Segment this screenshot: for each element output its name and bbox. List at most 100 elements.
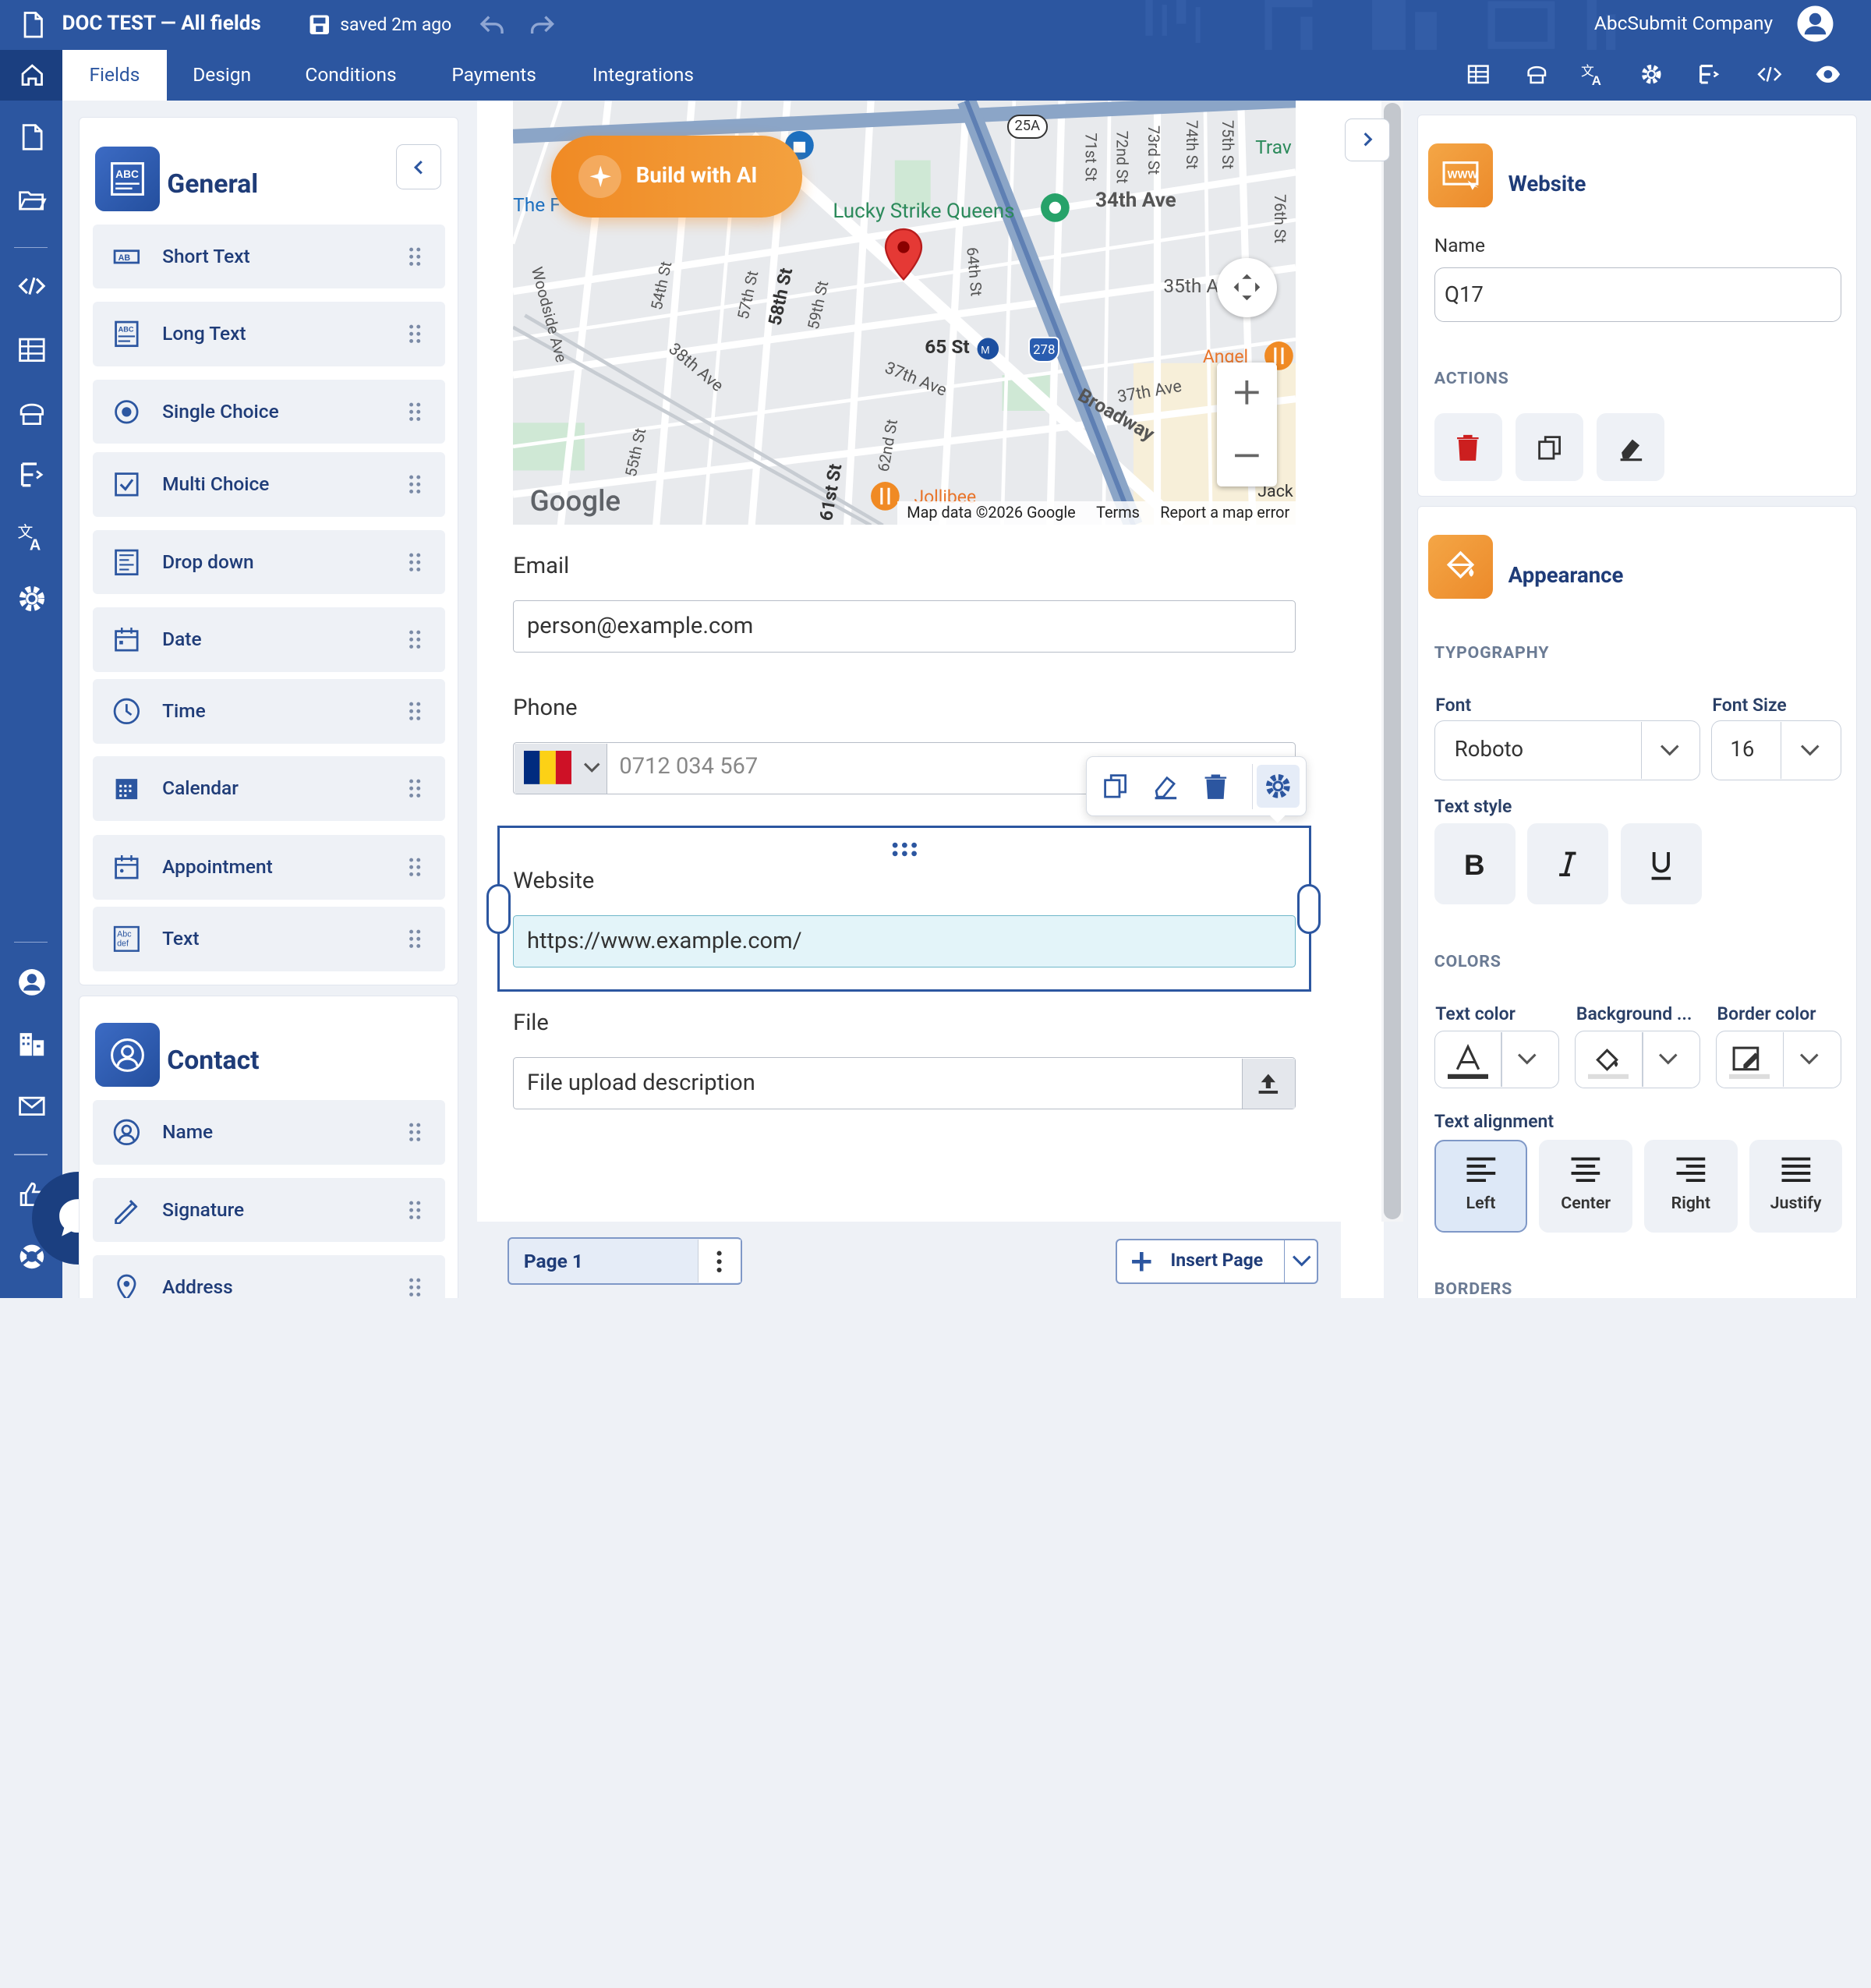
svg-text:B: B (1464, 850, 1485, 879)
drag-handle-icon[interactable] (890, 840, 919, 857)
settings-gear-icon[interactable] (1639, 62, 1664, 87)
name-input[interactable]: Q17 (1434, 267, 1841, 323)
flow-logic-icon[interactable] (1697, 62, 1721, 87)
field-type-item[interactable]: Calendar (93, 756, 445, 822)
gear-icon (1265, 774, 1290, 798)
theme-bucket-icon[interactable] (1525, 62, 1549, 87)
chevron-down-icon (1658, 1053, 1678, 1065)
embed-code-icon[interactable] (1756, 62, 1783, 87)
align-right-button[interactable] (1644, 1139, 1738, 1233)
align-center-button[interactable] (1539, 1139, 1632, 1233)
file-input[interactable]: File upload description (513, 1057, 1296, 1110)
field-type-item[interactable]: Date (93, 607, 445, 672)
paint-bucket-icon[interactable] (16, 398, 48, 429)
name-label: Name (1434, 233, 1485, 256)
appointment-icon (115, 855, 139, 879)
text-color-label: Text color (1435, 1003, 1516, 1025)
new-form-icon[interactable] (16, 122, 48, 153)
zoom-in-icon[interactable] (1233, 378, 1261, 407)
document-title[interactable]: DOC TEST — All fields (62, 12, 261, 35)
drag-dots-icon[interactable] (408, 702, 422, 720)
svg-text:def: def (117, 939, 129, 949)
zoom-out-icon[interactable] (1233, 441, 1261, 470)
chevron-right-icon (1363, 133, 1373, 147)
tab-conditions[interactable]: Conditions (286, 50, 415, 100)
field-type-item[interactable]: Multi Choice (93, 452, 445, 517)
drag-dots-icon[interactable] (408, 858, 422, 877)
settings-icon[interactable] (16, 583, 48, 614)
field-type-item[interactable]: Address (93, 1255, 445, 1299)
undo-icon[interactable] (479, 13, 506, 37)
code-icon[interactable] (16, 271, 48, 302)
user-profile-icon[interactable] (16, 967, 48, 998)
submissions-table-icon[interactable] (16, 334, 48, 366)
drag-dots-icon[interactable] (408, 779, 422, 798)
select-divider (1640, 722, 1643, 780)
phone-label: Phone (513, 694, 578, 721)
open-folder-icon[interactable] (16, 184, 48, 215)
drag-dots-icon[interactable] (408, 475, 422, 494)
trash-icon[interactable] (1201, 772, 1230, 801)
drag-dots-icon[interactable] (408, 1278, 422, 1297)
drag-dots-icon[interactable] (408, 1123, 422, 1142)
home-icon (21, 64, 43, 87)
duplicate-icon[interactable] (1102, 772, 1130, 801)
language-icon[interactable]: 文A (16, 522, 48, 553)
preview-eye-icon[interactable] (1815, 62, 1841, 87)
tab-fields[interactable]: Fields (62, 50, 168, 101)
drag-dots-icon[interactable] (408, 630, 422, 649)
drag-dots-icon[interactable] (408, 929, 422, 949)
drag-dots-icon[interactable] (408, 1201, 422, 1219)
field-type-item[interactable]: Abc def Text (93, 907, 445, 971)
drag-dots-icon[interactable] (408, 247, 422, 266)
table-report-icon[interactable] (1466, 62, 1491, 87)
align-justify-button[interactable] (1749, 1139, 1843, 1233)
insert-divider (1283, 1240, 1286, 1283)
logic-flow-icon[interactable] (16, 459, 48, 490)
field-type-item[interactable]: Single Choice (93, 379, 445, 444)
align-right-label: Right (1671, 1193, 1711, 1213)
website-input[interactable]: https://www.example.com/ (513, 914, 1296, 968)
translate-icon[interactable]: 文A (1581, 62, 1608, 87)
field-type-item[interactable]: Name (93, 1100, 445, 1165)
field-type-item[interactable]: Appointment (93, 835, 445, 900)
map-street-label: 35th A (1163, 274, 1219, 298)
drag-dots-icon[interactable] (408, 324, 422, 344)
map-report-error-link[interactable]: Report a map error (1160, 504, 1289, 522)
map-terms-link[interactable]: Terms (1096, 504, 1140, 522)
upload-icon (1258, 1074, 1279, 1094)
font-size-value: 16 (1730, 736, 1755, 762)
field-type-item[interactable]: Drop down (93, 529, 445, 595)
resize-handle-left[interactable] (486, 884, 511, 935)
field-type-item[interactable]: ABC Long Text (93, 302, 445, 366)
redo-icon[interactable] (529, 13, 555, 37)
field-type-item[interactable]: Time (93, 678, 445, 744)
dropdown-icon (115, 549, 139, 575)
field-type-item[interactable]: Signature (93, 1177, 445, 1243)
account-avatar-icon[interactable] (1796, 5, 1834, 43)
align-center-icon (1571, 1157, 1600, 1182)
field-type-item[interactable]: AB Short Text (93, 224, 445, 289)
tab-integrations[interactable]: Integrations (573, 50, 714, 100)
italic-icon (1559, 851, 1576, 876)
drag-dots-icon[interactable] (408, 553, 422, 571)
eraser-icon[interactable] (1151, 772, 1180, 801)
mail-icon[interactable] (16, 1091, 48, 1122)
chevron-down-icon[interactable] (1291, 1253, 1313, 1269)
company-building-icon[interactable] (16, 1028, 48, 1059)
rail-divider (14, 941, 48, 943)
resize-handle-right[interactable] (1296, 884, 1321, 935)
border-color-label: Border color (1717, 1003, 1816, 1025)
sparkle-icon (589, 165, 611, 188)
picker-divider (1642, 1031, 1643, 1088)
tab-payments[interactable]: Payments (434, 50, 554, 100)
map-street-label: 34th Ave (1095, 188, 1176, 212)
company-name[interactable]: AbcSubmit Company (1594, 12, 1773, 34)
canvas-scrollbar-thumb[interactable] (1384, 102, 1401, 1220)
picker-divider (1501, 1031, 1502, 1088)
tab-design[interactable]: Design (174, 50, 269, 100)
align-left-button[interactable] (1434, 1139, 1528, 1233)
drag-dots-icon[interactable] (408, 402, 422, 421)
map-poi-pin-icon (1040, 193, 1070, 222)
email-input[interactable]: person@example.com (513, 600, 1296, 653)
